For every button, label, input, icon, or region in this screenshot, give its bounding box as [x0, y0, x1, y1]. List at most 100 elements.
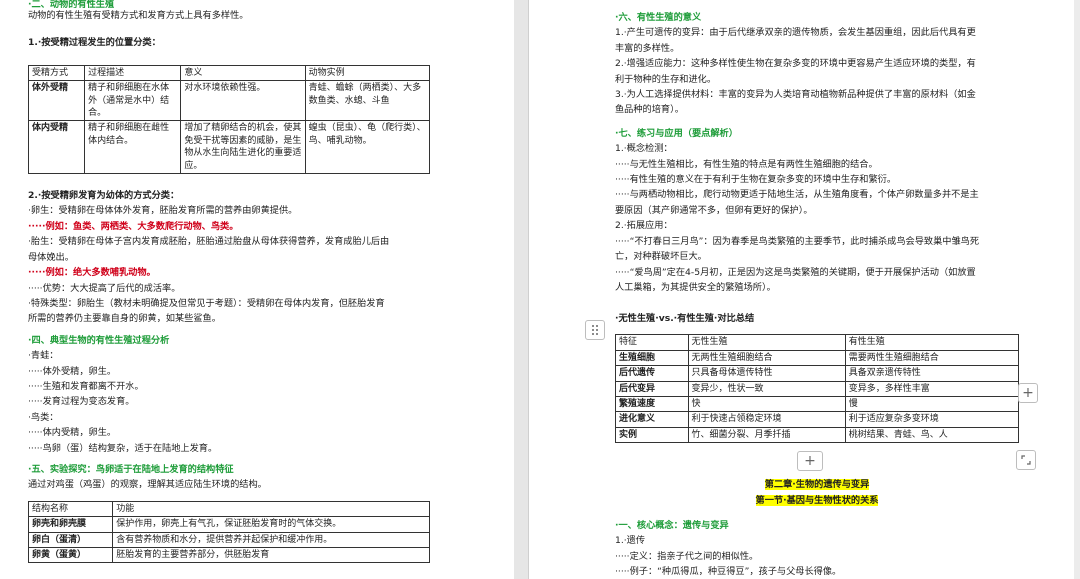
list-item: 3.·为人工选择提供材料：丰富的变异为人类培育动植物新品种提供了丰富的原材料（如… [615, 89, 976, 101]
list-item: ·····与两栖动物相比，爬行动物更适于陆地生活，从生殖角度看，个体产卵数量多并… [615, 189, 979, 201]
table-header-cell[interactable]: 无性生殖 [687, 334, 846, 351]
table-row: 卵黄（蛋黄） 胚胎发育的主要营养部分，供胚胎发育 [27, 546, 430, 564]
paragraph-experiment-intro: 通过对鸡蛋（鸡蛋）的观察，理解其适应陆生环境的结构。 [28, 479, 267, 491]
list-item: ·····例子：“种瓜得瓜，种豆得豆”，孩子与父母长得像。 [615, 566, 842, 578]
table-header-cell[interactable]: 功能 [112, 500, 430, 518]
list-item: ·····定义：指亲子代之间的相似性。 [615, 550, 759, 562]
list-item: ·····发育过程为变态发育。 [28, 396, 135, 408]
section-heading-five: ·五、实验探究：鸟卵适于在陆地上发育的结构特征 [28, 463, 234, 475]
table-row: 卵壳和卵壳膜 保护作用，卵壳上有气孔，保证胚胎发育时的气体交换。 [27, 516, 430, 533]
table-cell[interactable]: 含有营养物质和水分，提供营养并起保护和缓冲作用。 [112, 531, 430, 549]
sexual-reproduction-significance-list: 1.·产生可遗传的变异：由于后代继承双亲的遗传物质，会发生基因重组，因此后代具有… [615, 25, 1019, 117]
table-cell[interactable]: 需要两性生殖细胞结合 [844, 349, 1020, 367]
section-heading-partial: ·二、动物的有性生殖 [28, 0, 115, 8]
table-cell[interactable]: 具备双亲遗传特性 [844, 365, 1020, 382]
table-cell[interactable]: 利于快速占领稳定环境 [687, 411, 846, 428]
table-cell[interactable]: 桃树结果、青蛙、鸟、人 [844, 426, 1020, 444]
list-item: ·····与无性生殖相比，有性生殖的特点是有两性生殖细胞的结合。 [615, 158, 878, 170]
list-item: 鱼品种的培育）。 [615, 104, 684, 116]
list-item: ·····例如：鱼类、两栖类、大多数爬行动物、鸟类。 [28, 220, 239, 232]
table-cell[interactable]: 青蛙、蟾蜍（两栖类）、大多数鱼类、水螅、斗鱼 [304, 80, 431, 122]
add-row-button[interactable]: + [797, 451, 823, 471]
table-cell[interactable]: 后代遗传 [615, 365, 689, 382]
empty-paragraph [615, 118, 1019, 126]
expand-table-button[interactable] [1016, 450, 1036, 470]
list-item: ·青蛙： [28, 350, 59, 362]
table-row: 后代变异 变异少，性状一致 变异多，多样性丰富 [615, 380, 1020, 397]
table-row: 卵白（蛋清） 含有营养物质和水分，提供营养并起保护和缓冲作用。 [27, 531, 430, 549]
page-right-content: ·六、有性生殖的意义 1.·产生可遗传的变异：由于后代继承双亲的遗传物质，会发生… [615, 10, 1020, 579]
empty-paragraph [28, 178, 430, 188]
list-item: ·····有性生殖的意义在于有利于生物在复杂多变的环境中生存和繁衍。 [615, 174, 897, 186]
table-cell[interactable]: 保护作用，卵壳上有气孔，保证胚胎发育时的气体交换。 [112, 516, 430, 533]
table-header-cell[interactable]: 动物实例 [304, 64, 431, 82]
section-title: 第一节·基因与生物性状的关系 [755, 494, 879, 506]
list-item: ·····优势：大大提高了后代的成活率。 [28, 282, 181, 294]
table-cell[interactable]: 体内受精 [27, 120, 86, 175]
table-cell[interactable]: 利于适应复杂多变环境 [844, 411, 1020, 428]
table-cell[interactable]: 生殖细胞 [615, 349, 689, 367]
list-item: 所需的营养仍主要靠自身的卵黄，如某些鲨鱼。 [28, 313, 221, 325]
subheading-development-method: 2.·按受精卵发育为幼体的方式分类： [28, 190, 180, 202]
empty-paragraph [28, 51, 430, 63]
table-cell[interactable]: 卵黄（蛋黄） [27, 546, 114, 564]
section-heading-six: ·六、有性生殖的意义 [615, 12, 702, 23]
list-item: ·····“爱鸟周”定在4-5月初，正是因为这是鸟类繁殖的关键期，便于开展保护活… [615, 266, 976, 278]
plus-icon: + [804, 453, 816, 469]
empty-paragraph [28, 23, 430, 35]
section-heading-core-concept: ·一、核心概念：遗传与变异 [615, 519, 729, 531]
table-row: 体外受精 精子和卵细胞在水体外（通常是水中）结合。 对水环境依赖性强。 青蛙、蟾蜍（两… [27, 80, 431, 122]
table-cell[interactable]: 无两性生殖细胞结合 [687, 349, 846, 367]
list-item: 亡，对种群破坏巨大。 [615, 251, 707, 263]
table-header-cell[interactable]: 特征 [615, 334, 689, 351]
table-cell[interactable]: 对水环境依赖性强。 [180, 80, 306, 122]
table-row: 繁殖速度快慢 [615, 395, 1020, 413]
table-cell[interactable]: 只具备母体遗传特性 [687, 365, 846, 382]
table-cell[interactable]: 变异少，性状一致 [687, 380, 846, 397]
empty-paragraph [615, 295, 1019, 311]
table-cell[interactable]: 快 [687, 395, 846, 413]
table-cell[interactable]: 精子和卵细胞在雌性体内结合。 [84, 120, 182, 175]
list-item: ·····生殖和发育都离不开水。 [28, 380, 144, 392]
table-cell[interactable]: 胚胎发育的主要营养部分，供胚胎发育 [112, 546, 430, 564]
table-cell[interactable]: 后代变异 [615, 380, 689, 397]
table-header-cell[interactable]: 有性生殖 [844, 334, 1020, 351]
practice-application-list: 1.·概念检测： ·····与无性生殖相比，有性生殖的特点是有两性生殖细胞的结合。… [615, 141, 1019, 295]
drag-handle-icon[interactable] [585, 320, 605, 340]
comparison-table[interactable]: 特征 无性生殖 有性生殖 生殖细胞 无两性生殖细胞结合 需要两性生殖细胞结合 后代遗传 只具备… [615, 334, 1020, 444]
table-cell[interactable]: 卵白（蛋清） [27, 531, 114, 549]
list-item: ·····体外受精，卵生。 [28, 365, 117, 377]
table-cell[interactable]: 体外受精 [27, 80, 86, 122]
table-cell[interactable]: 繁殖速度 [615, 395, 689, 413]
list-item: 母体娩出。 [28, 251, 74, 263]
list-item: 丰富的多样性。 [615, 42, 680, 54]
comparison-table-caption: ·无性生殖·vs.·有性生殖·对比总结 [615, 313, 755, 325]
table-header-cell[interactable]: 结构名称 [27, 500, 114, 518]
table-cell[interactable]: 竹、细菌分裂、月季扦插 [687, 426, 846, 444]
table-cell[interactable]: 慢 [844, 395, 1020, 413]
table-cell[interactable]: 进化意义 [615, 411, 689, 428]
add-column-button[interactable]: + [1018, 383, 1038, 403]
table-row: 后代遗传 只具备母体遗传特性 具备双亲遗传特性 [615, 365, 1020, 382]
table-header-cell[interactable]: 受精方式 [27, 64, 86, 82]
table-cell[interactable]: 实例 [615, 426, 689, 444]
list-item: ·····“不打春日三月鸟”：因为春季是鸟类繁殖的主要季节，此时捕杀成鸟会导致巢… [615, 235, 980, 247]
table-cell[interactable]: 增加了精卵结合的机会，使其免受干扰等因素的威胁，是生物从水生向陆生进化的重要适应… [180, 120, 306, 175]
list-item: ·卵生：受精卵在母体体外发育，胚胎发育所需的营养由卵黄提供。 [28, 205, 298, 217]
vertical-scrollbar[interactable] [1074, 0, 1080, 579]
list-item: ·····例如：绝大多数哺乳动物。 [28, 267, 156, 279]
egg-structure-table[interactable]: 结构名称 功能 卵壳和卵壳膜 保护作用，卵壳上有气孔，保证胚胎发育时的气体交换。 卵白（… [27, 500, 430, 564]
table-row: 进化意义 利于快速占领稳定环境 利于适应复杂多变环境 [615, 411, 1020, 428]
table-header-row: 结构名称 功能 [27, 500, 430, 518]
table-header-cell[interactable]: 过程描述 [84, 64, 182, 82]
table-header-cell[interactable]: 意义 [180, 64, 306, 82]
list-item: 利于物种的生存和进化。 [615, 73, 717, 85]
table-cell[interactable]: 变异多，多样性丰富 [844, 380, 1020, 397]
fertilization-table[interactable]: 受精方式 过程描述 意义 动物实例 体外受精 精子和卵细胞在水体外（通常是水中）结合。 对水… [27, 64, 431, 175]
table-cell[interactable]: 卵壳和卵壳膜 [27, 516, 114, 533]
section-heading-four: ·四、典型生物的有性生殖过程分析 [28, 334, 170, 346]
list-item: 2.·增强适应能力：这种多样性使生物在复杂多变的环境中更容易产生适应环境的类型，… [615, 58, 976, 70]
table-cell[interactable]: 蝗虫（昆虫）、龟（爬行类）、鸟、哺乳动物。 [304, 120, 431, 175]
typical-organisms-list: ·青蛙： ·····体外受精，卵生。 ·····生殖和发育都离不开水。 ·····发育… [28, 348, 430, 456]
table-cell[interactable]: 精子和卵细胞在水体外（通常是水中）结合。 [84, 80, 182, 122]
